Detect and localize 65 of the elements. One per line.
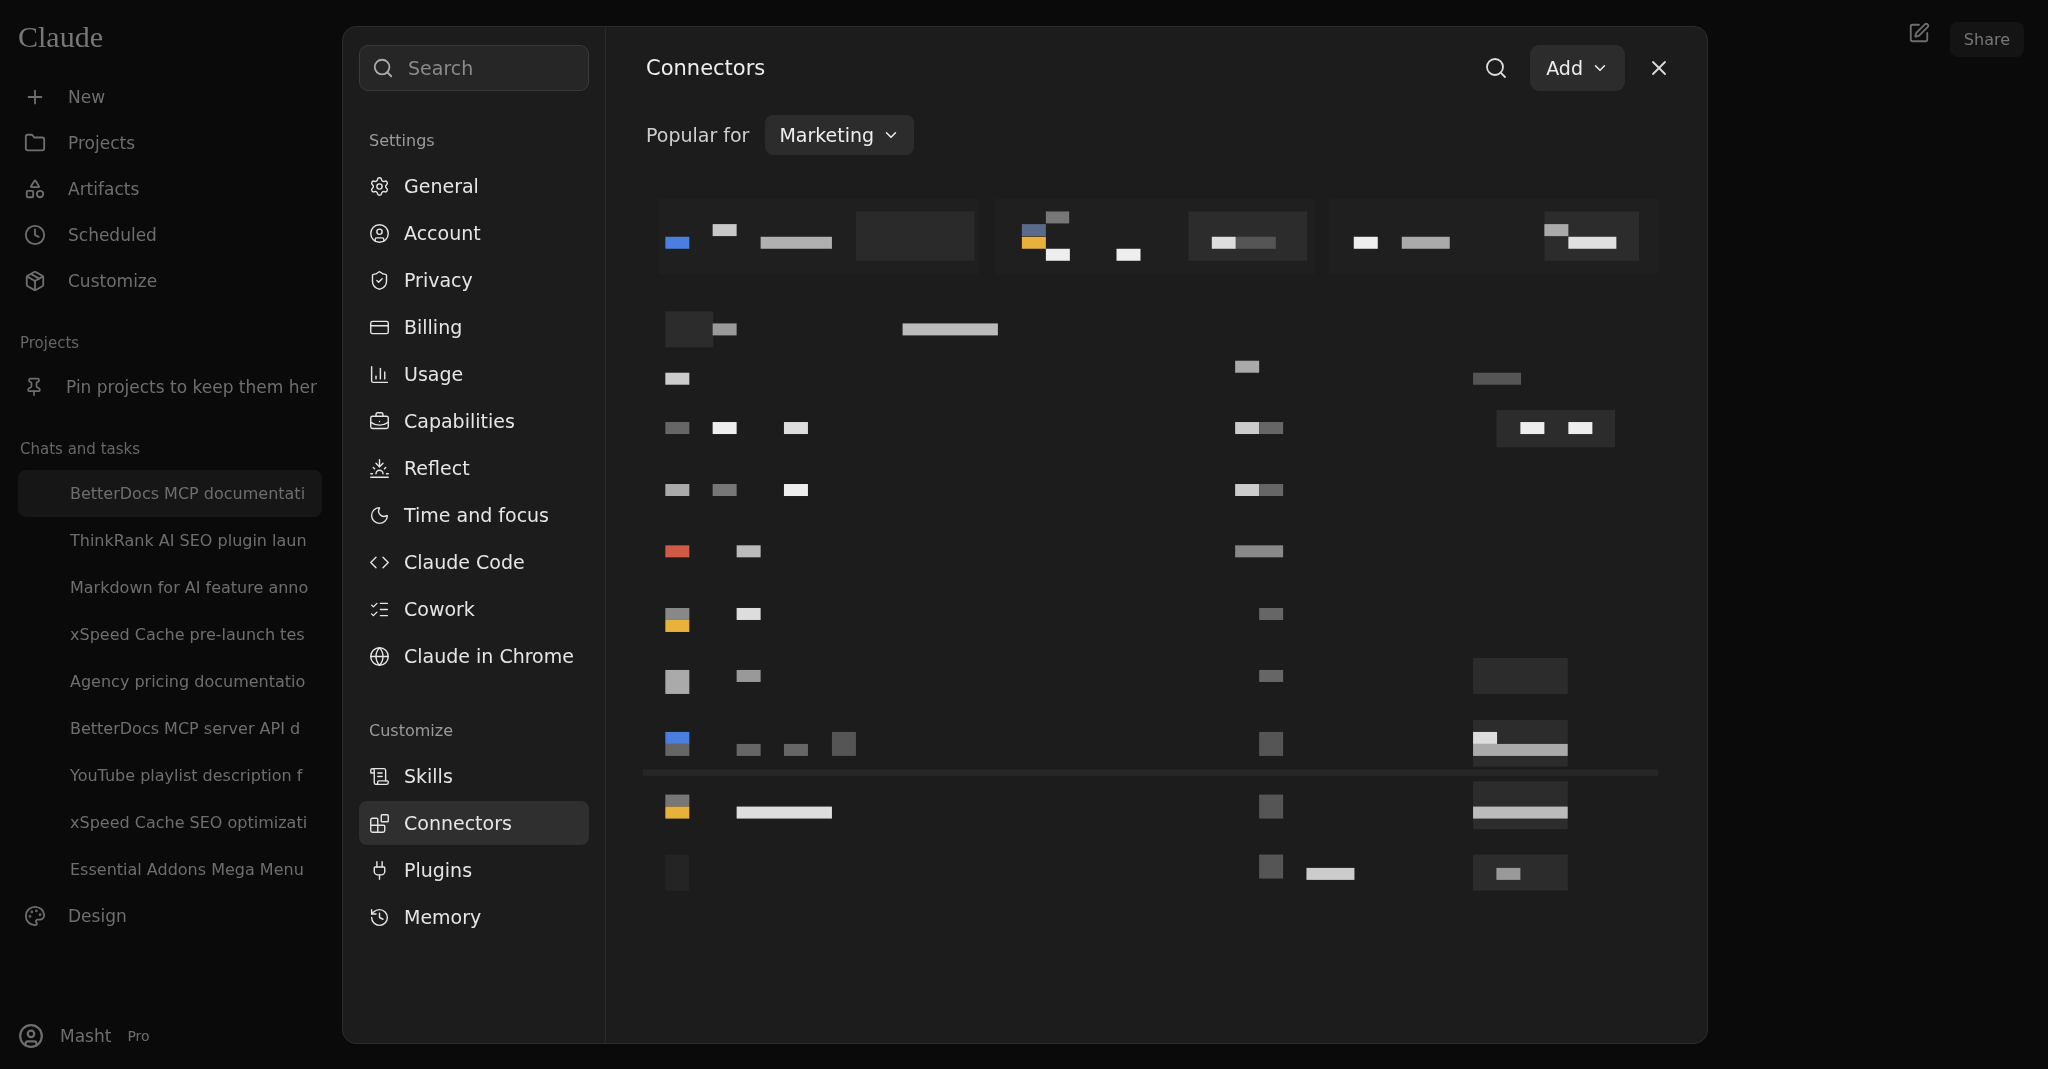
panel-title: Connectors — [646, 56, 767, 80]
chat-item[interactable]: Markdown for AI feature anno — [18, 564, 322, 611]
chat-item[interactable]: xSpeed Cache SEO optimizati — [18, 799, 322, 846]
scroll-icon — [369, 765, 390, 787]
add-button[interactable]: Add — [1530, 45, 1625, 91]
section-label: Customize — [369, 721, 454, 740]
settings-nav-item[interactable]: Skills — [359, 754, 589, 798]
app-logo: Claude — [18, 20, 104, 54]
nav-item[interactable]: New — [68, 87, 106, 107]
section-label: Chats and tasks — [20, 440, 141, 458]
settings-nav-item[interactable]: Account — [359, 211, 589, 255]
sunset-icon — [369, 457, 390, 479]
settings-nav-item[interactable]: Claude Code — [359, 540, 589, 584]
nav-item[interactable]: Projects — [68, 133, 136, 153]
search-input[interactable]: Search — [406, 56, 566, 80]
settings-nav-item[interactable]: Billing — [359, 305, 589, 349]
nav-item[interactable]: Scheduled — [68, 225, 157, 245]
folder-icon — [24, 132, 46, 154]
chat-item[interactable]: xSpeed Cache pre-launch tes — [18, 611, 322, 658]
briefcase-icon — [369, 410, 390, 432]
settings-nav-item[interactable]: Memory — [359, 895, 589, 939]
gear-icon — [369, 175, 390, 197]
section-label: Settings — [369, 131, 436, 150]
document-icon — [1907, 22, 1930, 44]
nav-item[interactable]: Artifacts — [68, 179, 140, 199]
shapes-icon — [24, 178, 46, 200]
plan-label: Pro — [127, 1028, 150, 1044]
history-icon — [369, 906, 390, 928]
settings-nav-item[interactable]: Privacy — [359, 258, 589, 302]
chat-item[interactable]: Agency pricing documentatio — [18, 658, 322, 705]
category-dropdown[interactable]: Marketing — [765, 115, 915, 155]
nav-item[interactable]: Customize — [68, 271, 158, 291]
nav-item[interactable]: Design — [68, 906, 127, 926]
settings-nav-item[interactable]: Reflect — [359, 446, 589, 490]
pin-icon — [24, 377, 44, 397]
user-name: Masht — [60, 1026, 112, 1046]
filter-label: Popular for — [646, 124, 750, 146]
blocks-icon — [369, 812, 390, 834]
chat-item[interactable]: BetterDocs MCP server API d — [18, 705, 322, 752]
globe-icon — [369, 645, 390, 667]
settings-nav-item[interactable]: Connectors — [359, 801, 589, 845]
projects-hint: Pin projects to keep them her — [66, 377, 317, 397]
settings-nav-item[interactable]: Plugins — [359, 848, 589, 892]
search-field[interactable]: Search — [359, 45, 589, 91]
bar-chart-icon — [369, 363, 390, 385]
search-icon — [372, 57, 394, 79]
share-button[interactable]: Share — [1949, 22, 2024, 57]
settings-nav-item[interactable]: Time and focus — [359, 493, 589, 537]
settings-nav-item[interactable]: General — [359, 164, 589, 208]
shield-icon — [369, 269, 390, 291]
settings-nav-item[interactable]: Cowork — [359, 587, 589, 631]
package-icon — [24, 270, 46, 292]
settings-nav-item[interactable]: Usage — [359, 352, 589, 396]
chat-item[interactable]: Essential Addons Mega Menu — [18, 846, 322, 893]
user-icon — [369, 222, 390, 244]
chat-item[interactable]: BetterDocs MCP documentati — [18, 470, 322, 517]
moon-icon — [369, 504, 390, 526]
section-label: Projects — [20, 334, 81, 352]
settings-nav-item[interactable]: Claude in Chrome — [359, 634, 589, 678]
settings-nav-item[interactable]: Capabilities — [359, 399, 589, 443]
avatar-icon — [18, 1023, 44, 1049]
chat-item[interactable]: ThinkRank AI SEO plugin laun — [18, 517, 322, 564]
chat-item[interactable]: YouTube playlist description f — [18, 752, 322, 799]
palette-icon — [24, 905, 46, 927]
clock-icon — [24, 224, 46, 246]
